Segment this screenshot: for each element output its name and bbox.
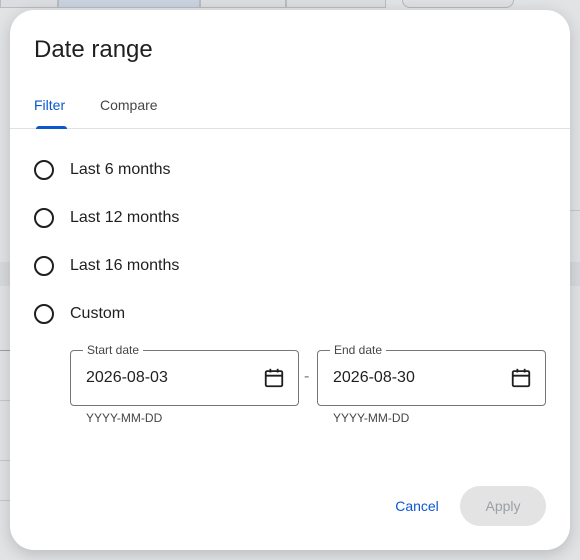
background-tab-row bbox=[0, 0, 400, 10]
end-date-label: End date bbox=[330, 343, 387, 357]
calendar-icon[interactable] bbox=[510, 367, 532, 389]
option-label: Last 6 months bbox=[70, 161, 171, 178]
option-last-16-months[interactable]: Last 16 months bbox=[34, 254, 179, 278]
end-date-format-hint: YYYY-MM-DD bbox=[333, 411, 410, 425]
end-date-value[interactable]: 2026-08-30 bbox=[333, 369, 415, 387]
radio-button[interactable] bbox=[34, 208, 54, 228]
option-label: Custom bbox=[70, 305, 126, 322]
date-range-dialog: Date range Filter Compare Last 6 months … bbox=[10, 10, 570, 550]
option-last-6-months[interactable]: Last 6 months bbox=[34, 158, 171, 182]
cancel-button[interactable]: Cancel bbox=[386, 486, 448, 526]
end-date-field[interactable]: End date 2026-08-30 bbox=[317, 343, 546, 406]
tab-compare[interactable]: Compare bbox=[100, 97, 158, 113]
apply-button[interactable]: Apply bbox=[460, 486, 546, 526]
background-button bbox=[402, 0, 514, 8]
radio-button[interactable] bbox=[34, 304, 54, 324]
dialog-title: Date range bbox=[34, 36, 153, 63]
background-tab bbox=[286, 0, 386, 8]
start-date-label: Start date bbox=[83, 343, 144, 357]
calendar-icon[interactable] bbox=[263, 367, 285, 389]
option-label: Last 12 months bbox=[70, 209, 180, 226]
tab-bar: Filter Compare bbox=[10, 92, 570, 129]
start-date-field[interactable]: Start date 2026-08-03 bbox=[70, 343, 299, 406]
active-tab-indicator bbox=[36, 126, 67, 129]
radio-button[interactable] bbox=[34, 256, 54, 276]
range-separator: - bbox=[304, 368, 310, 385]
background-tab bbox=[58, 0, 200, 8]
tab-filter[interactable]: Filter bbox=[34, 97, 65, 113]
option-last-12-months[interactable]: Last 12 months bbox=[34, 206, 179, 230]
background-tab bbox=[0, 0, 58, 8]
option-custom[interactable]: Custom bbox=[34, 302, 125, 326]
radio-button[interactable] bbox=[34, 160, 54, 180]
option-label: Last 16 months bbox=[70, 257, 180, 274]
start-date-value[interactable]: 2026-08-03 bbox=[86, 369, 168, 387]
background-tab bbox=[200, 0, 286, 8]
start-date-format-hint: YYYY-MM-DD bbox=[86, 411, 163, 425]
